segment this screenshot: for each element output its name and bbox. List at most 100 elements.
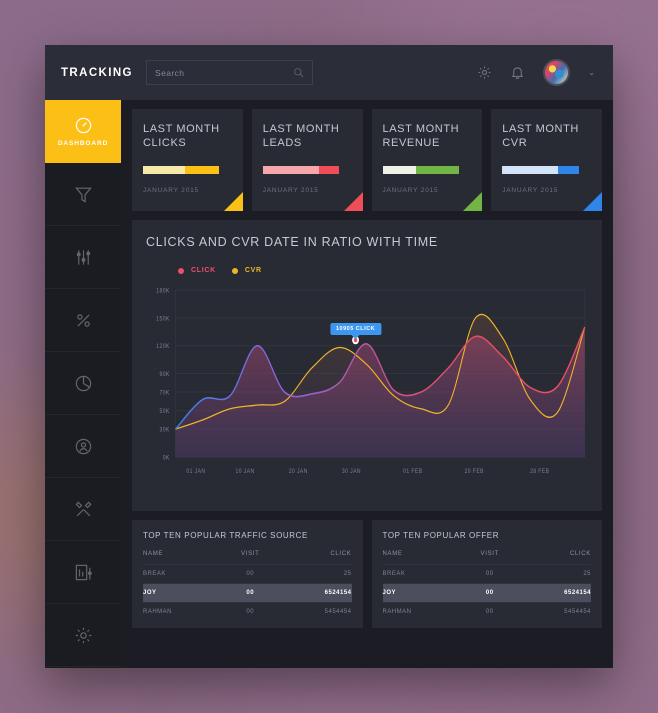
cell-click: 5454454 xyxy=(276,602,352,621)
cell-visit: 00 xyxy=(224,564,277,584)
svg-text:70K: 70K xyxy=(159,390,169,397)
sidebar-item-label: DASHBOARD xyxy=(57,139,109,147)
table-row[interactable]: JOY 00 6524154 xyxy=(382,583,591,603)
tools-icon xyxy=(74,500,93,519)
top-bar-actions: ⌄ xyxy=(477,59,595,86)
top-bar: TRACKING ⌄ xyxy=(45,45,613,100)
gear-icon[interactable] xyxy=(477,65,492,80)
sidebar-item-percent[interactable] xyxy=(45,289,121,352)
legend-label: CLICK xyxy=(191,267,216,274)
cell-name: JOY xyxy=(143,583,225,603)
table-row[interactable]: RAHMAN 00 5454454 xyxy=(143,602,352,621)
legend-item-cvr[interactable]: CVR xyxy=(231,267,262,274)
svg-text:120K: 120K xyxy=(156,344,169,351)
column-header: NAME xyxy=(143,551,164,557)
svg-text:30K: 30K xyxy=(159,427,169,434)
search-box[interactable] xyxy=(146,60,313,85)
legend-dot xyxy=(178,267,184,274)
kpi-card[interactable]: LAST MONTH REVENUE JANUARY 2015 xyxy=(371,109,483,211)
svg-text:01 FEB: 01 FEB xyxy=(403,469,422,476)
search-icon[interactable] xyxy=(293,67,304,78)
popular-offer-panel: TOP TEN POPULAR OFFER NAME VISIT CLICK B… xyxy=(371,520,602,628)
app-window: TRACKING ⌄ xyxy=(45,45,613,668)
sidebar-item-sliders[interactable] xyxy=(45,226,121,289)
traffic-source-panel: TOP TEN POPULAR TRAFFIC SOURCE NAME VISI… xyxy=(132,520,363,628)
cell-name: JOY xyxy=(382,583,464,603)
sidebar-item-settings[interactable] xyxy=(45,604,121,667)
kpi-progress-bar xyxy=(143,166,220,174)
kpi-card[interactable]: LAST MONTH LEADS JANUARY 2015 xyxy=(251,109,363,211)
svg-text:180K: 180K xyxy=(156,288,169,295)
sidebar-item-tools[interactable] xyxy=(45,478,121,541)
svg-text:28 FEB: 28 FEB xyxy=(530,469,549,476)
sidebar-item-dashboard[interactable]: DASHBOARD xyxy=(45,100,121,163)
app-body: DASHBOARD LAST MONTH CLICKS JANUARY 2015… xyxy=(45,100,613,668)
percent-icon xyxy=(74,311,93,330)
table-header-row: NAME VISIT CLICK xyxy=(143,551,352,565)
cell-click: 6524154 xyxy=(276,583,352,603)
svg-text:01 JAN: 01 JAN xyxy=(186,469,205,476)
cell-click: 6524154 xyxy=(515,583,591,603)
bell-icon[interactable] xyxy=(510,65,525,80)
chart-panel: CLICKS AND CVR DATE IN RATIO WITH TIME C… xyxy=(132,220,602,511)
kpi-card-title: LAST MONTH REVENUE xyxy=(382,123,460,149)
svg-text:0K: 0K xyxy=(163,455,170,462)
kpi-card-date: JANUARY 2015 xyxy=(502,187,559,194)
card-corner-accent xyxy=(583,192,602,211)
app-brand-title: TRACKING xyxy=(61,66,133,79)
cell-name: RAHMAN xyxy=(382,602,464,621)
table-row[interactable]: BREAK 00 25 xyxy=(382,564,591,584)
search-input[interactable] xyxy=(155,67,293,78)
svg-text:10 JAN: 10 JAN xyxy=(236,469,255,476)
table-row[interactable]: BREAK 00 25 xyxy=(143,564,352,584)
sidebar-item-filter[interactable] xyxy=(45,163,121,226)
column-header: CLICK xyxy=(330,551,352,557)
table-row[interactable]: JOY 00 6524154 xyxy=(143,583,352,603)
chevron-down-icon[interactable]: ⌄ xyxy=(588,68,595,77)
avatar[interactable] xyxy=(543,59,571,86)
sidebar-item-bar-chart[interactable] xyxy=(45,541,121,604)
popular-offer-table: NAME VISIT CLICK BREAK 00 25 JOY 00 6524… xyxy=(382,551,592,621)
svg-text:30 JAN: 30 JAN xyxy=(342,469,361,476)
legend-label: CVR xyxy=(244,267,262,274)
column-header: VISIT xyxy=(241,551,260,557)
gear-icon xyxy=(74,626,93,645)
cell-visit: 00 xyxy=(463,583,516,603)
panel-title: TOP TEN POPULAR TRAFFIC SOURCE xyxy=(143,531,308,540)
table-row[interactable]: RAHMAN 00 5454454 xyxy=(382,602,591,621)
cell-click: 5454454 xyxy=(515,602,591,621)
cell-name: RAHMAN xyxy=(143,602,225,621)
traffic-source-table: NAME VISIT CLICK BREAK 00 25 JOY 00 6524… xyxy=(143,551,352,621)
card-corner-accent xyxy=(463,192,483,211)
chart-legend: CLICK CVR xyxy=(178,267,588,274)
sidebar: DASHBOARD xyxy=(45,100,121,668)
kpi-card[interactable]: LAST MONTH CVR JANUARY 2015 xyxy=(491,109,602,211)
sidebar-item-pie-chart[interactable] xyxy=(45,352,121,415)
table-row: TOP TEN POPULAR TRAFFIC SOURCE NAME VISI… xyxy=(132,520,602,628)
funnel-icon xyxy=(74,185,93,204)
sliders-icon xyxy=(74,248,93,267)
svg-text:90K: 90K xyxy=(159,372,169,379)
line-chart[interactable]: 180K 150K 120K 90K 70K 50K 30K 0K 01 JAN 10 JAN 20… xyxy=(146,284,588,479)
main-content: LAST MONTH CLICKS JANUARY 2015 LAST MONT… xyxy=(121,100,613,668)
svg-text:20 JAN: 20 JAN xyxy=(289,469,308,476)
kpi-card-title: LAST MONTH CLICKS xyxy=(143,123,220,149)
kpi-card-title: LAST MONTH CVR xyxy=(502,123,579,149)
kpi-progress-bar xyxy=(262,166,340,174)
svg-text:20 FEB: 20 FEB xyxy=(465,469,484,476)
table-header-row: NAME VISIT CLICK xyxy=(383,551,592,565)
legend-item-click[interactable]: CLICK xyxy=(178,267,216,274)
kpi-card[interactable]: LAST MONTH CLICKS JANUARY 2015 xyxy=(132,109,243,211)
svg-text:50K: 50K xyxy=(159,409,169,416)
kpi-card-title: LAST MONTH LEADS xyxy=(262,123,340,149)
column-header: CLICK xyxy=(569,551,591,557)
column-header: NAME xyxy=(382,551,403,557)
pie-chart-icon xyxy=(74,374,93,393)
legend-dot xyxy=(231,267,238,274)
column-header: VISIT xyxy=(480,551,500,557)
cell-visit: 00 xyxy=(224,583,277,603)
sidebar-item-user[interactable] xyxy=(45,415,121,478)
card-corner-accent xyxy=(343,192,363,211)
cell-name: BREAK xyxy=(143,564,225,584)
cell-visit: 00 xyxy=(463,602,516,621)
